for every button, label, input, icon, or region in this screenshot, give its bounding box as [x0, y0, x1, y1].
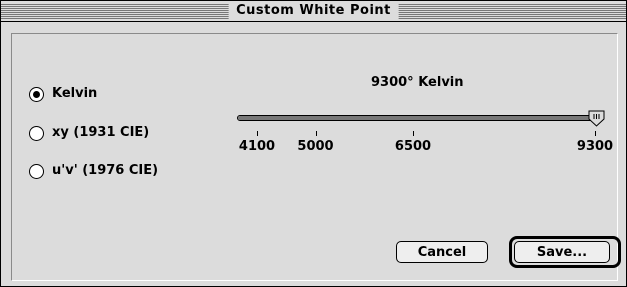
kelvin-tick-label: 4100 — [238, 139, 276, 154]
radio-label-xy: xy (1931 CIE) — [52, 125, 150, 140]
custom-white-point-dialog: Custom White Point Kelvin xy (1931 CIE) … — [0, 0, 627, 287]
kelvin-tick-label: 9300 — [576, 139, 614, 154]
kelvin-tick-mark — [413, 131, 414, 136]
radio-label-kelvin: Kelvin — [52, 86, 98, 101]
kelvin-slider-thumb[interactable] — [588, 110, 605, 127]
kelvin-tick-label: 5000 — [297, 139, 334, 154]
kelvin-slider-track[interactable] — [237, 110, 605, 127]
radio-button-uv[interactable] — [29, 163, 44, 179]
window-title: Custom White Point — [228, 3, 399, 19]
kelvin-tick-mark — [315, 131, 317, 136]
cancel-button[interactable]: Cancel — [396, 241, 488, 263]
radio-button-kelvin[interactable] — [29, 86, 44, 102]
kelvin-tick-mark — [595, 131, 596, 136]
kelvin-tick-mark — [257, 131, 258, 136]
radio-xy-1931-cie[interactable]: xy (1931 CIE) — [29, 125, 149, 141]
kelvin-slider-fill — [238, 116, 596, 120]
radio-kelvin[interactable]: Kelvin — [29, 86, 97, 102]
radio-uv-1976-cie[interactable]: u'v' (1976 CIE) — [29, 163, 158, 179]
radio-label-uv: u'v' (1976 CIE) — [52, 163, 159, 178]
radio-button-xy[interactable] — [29, 125, 44, 141]
title-bar[interactable]: Custom White Point — [1, 1, 626, 22]
kelvin-tick-label: 6500 — [394, 139, 432, 154]
save-button[interactable]: Save... — [514, 241, 610, 263]
kelvin-value-readout: 9300° Kelvin — [371, 75, 464, 90]
